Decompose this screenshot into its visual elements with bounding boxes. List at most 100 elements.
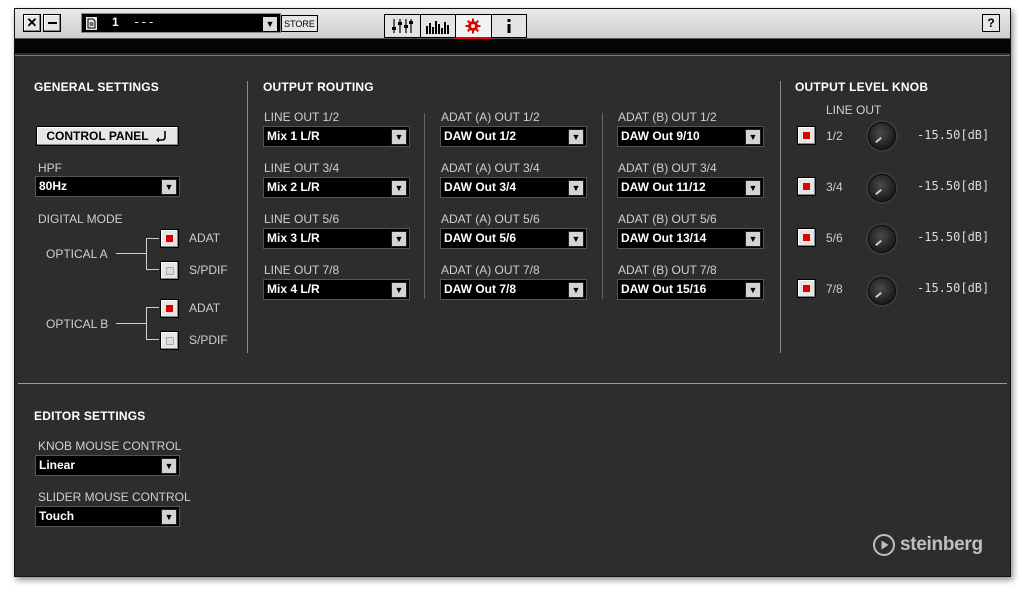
chevron-down-icon: ▼ — [745, 129, 761, 145]
toolbar-shadow-band — [15, 39, 1010, 53]
optical-a-spdif-checkbox[interactable] — [160, 261, 179, 280]
chevron-down-icon: ▼ — [391, 129, 407, 145]
divider-routing-end — [780, 81, 781, 353]
optical-b-adat-checkbox[interactable] — [160, 299, 179, 318]
adat-a-out-1-2-label: ADAT (A) OUT 1/2 — [441, 110, 540, 124]
select-value: DAW Out 15/16 — [621, 282, 707, 296]
output-level-knob-title: OUTPUT LEVEL KNOB — [795, 80, 929, 94]
optical-a-adat-checkbox[interactable] — [160, 229, 179, 248]
knob-mouse-control-select[interactable]: Linear ▼ — [35, 455, 180, 476]
connector-line — [146, 238, 159, 239]
line-out-7-8-select[interactable]: Mix 4 L/R ▼ — [263, 279, 410, 300]
close-icon[interactable]: ✕ — [23, 14, 41, 32]
knob-mouse-control-label: KNOB MOUSE CONTROL — [38, 439, 182, 453]
select-value: DAW Out 1/2 — [444, 129, 517, 143]
minimize-bar — [47, 22, 57, 24]
hpf-select[interactable]: 80Hz ▼ — [35, 176, 180, 197]
chevron-down-icon: ▼ — [568, 129, 584, 145]
level-knob-5-6-checkbox[interactable] — [797, 228, 816, 247]
line-out-5-6-label: LINE OUT 5/6 — [264, 212, 340, 226]
preset-dropdown-icon[interactable]: ▼ — [262, 16, 278, 32]
adat-a-out-3-4-select[interactable]: DAW Out 3/4 ▼ — [440, 177, 587, 198]
tab-meter[interactable] — [420, 15, 456, 37]
chevron-down-icon: ▼ — [745, 180, 761, 196]
select-value: DAW Out 11/12 — [621, 180, 706, 194]
level-knob-5-6[interactable] — [868, 225, 896, 253]
line-out-7-8-label: LINE OUT 7/8 — [264, 263, 340, 277]
gear-icon — [465, 18, 481, 34]
hpf-label: HPF — [38, 161, 62, 175]
line-out-1-2-select[interactable]: Mix 1 L/R ▼ — [263, 126, 410, 147]
adat-a-out-7-8-label: ADAT (A) OUT 7/8 — [441, 263, 540, 277]
adat-b-out-3-4-select[interactable]: DAW Out 11/12 ▼ — [617, 177, 764, 198]
level-knob-3-4-label: 3/4 — [826, 180, 843, 194]
adat-b-out-1-2-label: ADAT (B) OUT 1/2 — [618, 110, 717, 124]
optical-a-adat-label: ADAT — [189, 231, 221, 245]
level-knob-3-4[interactable] — [868, 174, 896, 202]
level-knob-3-4-checkbox[interactable] — [797, 177, 816, 196]
adat-b-out-5-6-select[interactable]: DAW Out 13/14 ▼ — [617, 228, 764, 249]
adat-b-out-1-2-select[interactable]: DAW Out 9/10 ▼ — [617, 126, 764, 147]
level-knob-7-8-checkbox[interactable] — [797, 279, 816, 298]
steinberg-logo: steinberg — [872, 533, 983, 557]
connector-line — [146, 269, 159, 270]
editor-settings-title: EDITOR SETTINGS — [34, 409, 146, 423]
divider-general — [247, 81, 248, 353]
line-out-3-4-label: LINE OUT 3/4 — [264, 161, 340, 175]
chevron-down-icon: ▼ — [161, 179, 177, 195]
divider-middle — [18, 383, 1007, 384]
line-out-subtitle: LINE OUT — [826, 103, 882, 117]
divider-routing-2 — [602, 113, 603, 299]
preset-select[interactable] — [81, 13, 281, 33]
connector-line — [146, 238, 147, 270]
adat-a-out-5-6-select[interactable]: DAW Out 5/6 ▼ — [440, 228, 587, 249]
level-knob-5-6-value: -15.50[dB] — [917, 230, 990, 244]
control-panel-button[interactable]: CONTROL PANEL — [36, 126, 179, 146]
slider-mouse-control-label: SLIDER MOUSE CONTROL — [38, 490, 191, 504]
chevron-down-icon: ▼ — [568, 282, 584, 298]
adat-a-out-5-6-label: ADAT (A) OUT 5/6 — [441, 212, 540, 226]
line-out-3-4-select[interactable]: Mix 2 L/R ▼ — [263, 177, 410, 198]
level-knob-1-2-label: 1/2 — [826, 129, 843, 143]
connector-line — [116, 253, 146, 254]
level-knob-5-6-label: 5/6 — [826, 231, 843, 245]
adat-b-out-7-8-select[interactable]: DAW Out 15/16 ▼ — [617, 279, 764, 300]
chevron-down-icon: ▼ — [391, 180, 407, 196]
tab-info[interactable] — [491, 15, 526, 37]
chevron-down-icon: ▼ — [391, 282, 407, 298]
chevron-down-icon: ▼ — [161, 458, 177, 474]
select-value: DAW Out 13/14 — [621, 231, 707, 245]
tab-mixer[interactable] — [385, 15, 421, 37]
general-settings-title: GENERAL SETTINGS — [34, 80, 159, 94]
info-icon — [507, 19, 511, 33]
connector-line — [146, 307, 147, 340]
brand-name: steinberg — [900, 534, 983, 555]
adat-a-out-7-8-select[interactable]: DAW Out 7/8 ▼ — [440, 279, 587, 300]
level-knob-7-8[interactable] — [868, 277, 896, 305]
adat-a-out-1-2-select[interactable]: DAW Out 1/2 ▼ — [440, 126, 587, 147]
chevron-down-icon: ▼ — [391, 231, 407, 247]
adat-b-out-3-4-label: ADAT (B) OUT 3/4 — [618, 161, 717, 175]
slider-mouse-control-select[interactable]: Touch ▼ — [35, 506, 180, 527]
chevron-down-icon: ▼ — [568, 231, 584, 247]
tab-settings[interactable] — [456, 15, 492, 39]
file-icon-svg — [87, 18, 96, 29]
optical-b-label: OPTICAL B — [46, 317, 109, 331]
adat-b-out-5-6-label: ADAT (B) OUT 5/6 — [618, 212, 717, 226]
slider-mouse-control-value: Touch — [39, 509, 75, 523]
divider-top — [15, 55, 1010, 56]
preset-file-icon[interactable] — [85, 16, 98, 31]
select-value: Mix 3 L/R — [267, 231, 320, 245]
store-button[interactable]: STORE — [281, 15, 318, 32]
level-knob-1-2-checkbox[interactable] — [797, 126, 816, 145]
optical-a-spdif-label: S/PDIF — [189, 263, 228, 277]
help-button[interactable]: ? — [982, 14, 1000, 32]
level-knob-7-8-label: 7/8 — [826, 282, 843, 296]
minimize-icon[interactable] — [43, 14, 61, 32]
line-out-5-6-select[interactable]: Mix 3 L/R ▼ — [263, 228, 410, 249]
select-value: Mix 2 L/R — [267, 180, 320, 194]
adat-a-out-3-4-label: ADAT (A) OUT 3/4 — [441, 161, 540, 175]
select-value: DAW Out 9/10 — [621, 129, 700, 143]
level-knob-1-2[interactable] — [868, 122, 896, 150]
optical-b-spdif-checkbox[interactable] — [160, 331, 179, 350]
